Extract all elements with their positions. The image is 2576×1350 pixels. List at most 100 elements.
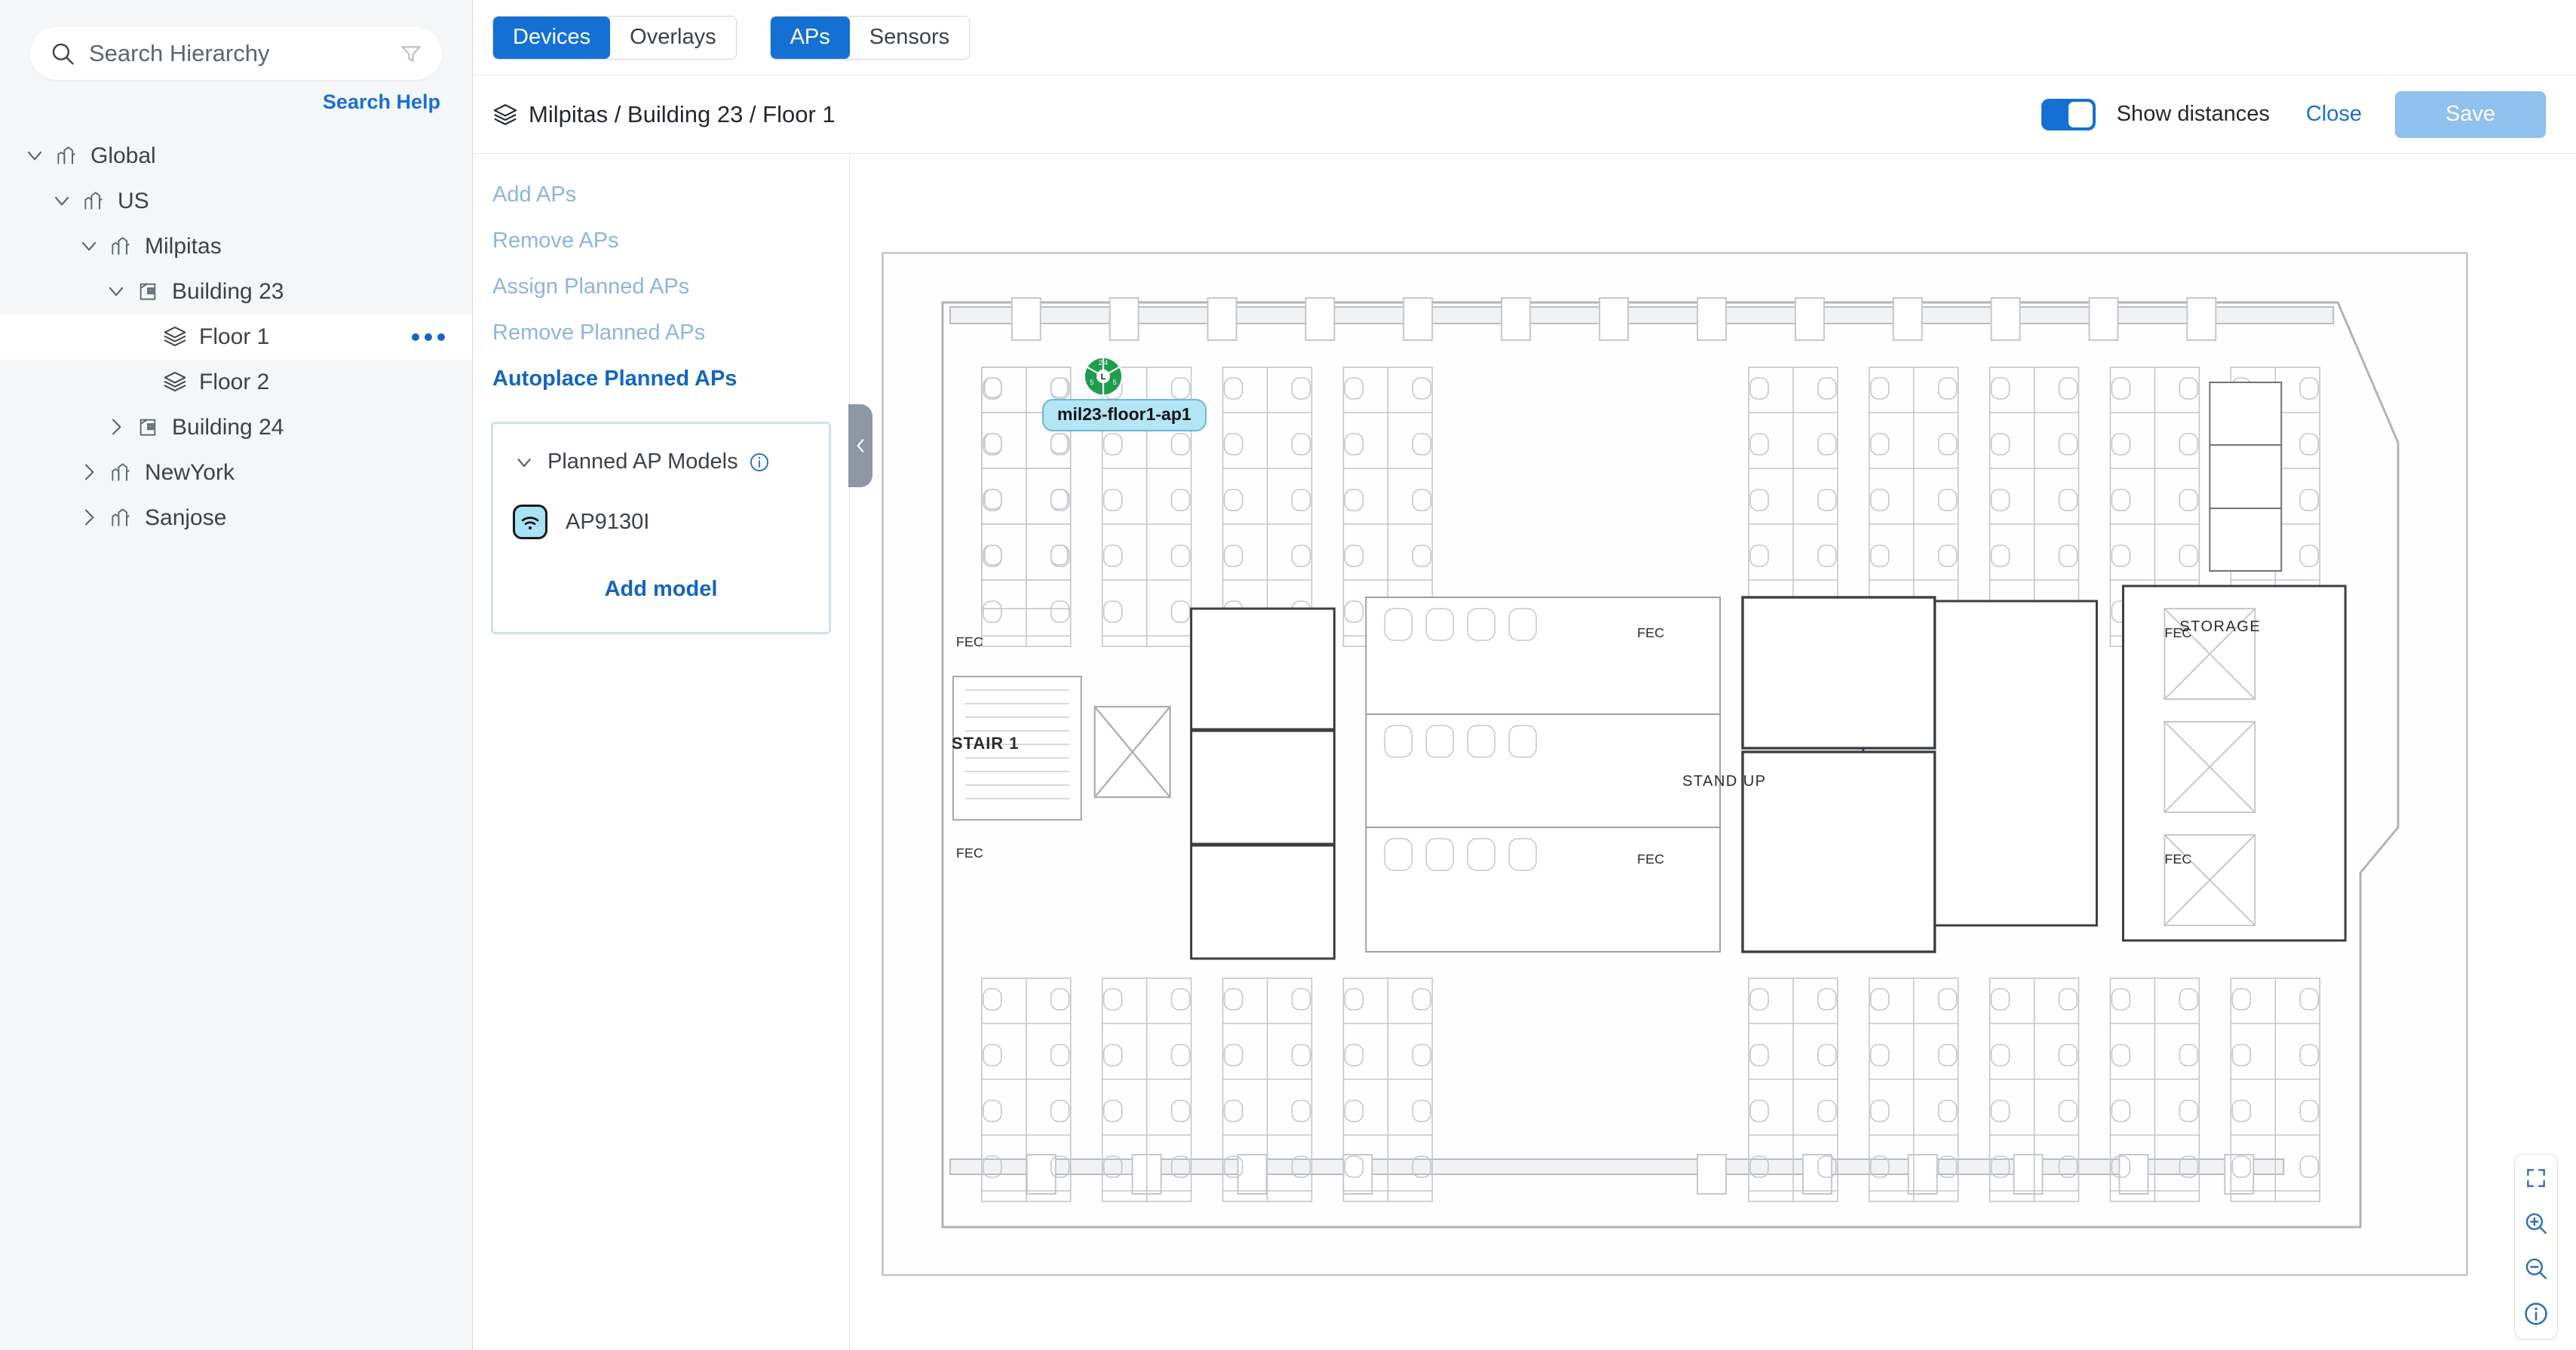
svg-text:FEC: FEC — [956, 845, 983, 861]
chevron-down-icon[interactable] — [104, 279, 130, 305]
app-root: Search Help Global US Milpitas Building 23 F… — [0, 0, 2576, 1350]
svg-text:FEC: FEC — [1637, 851, 1664, 867]
sites-icon — [109, 460, 134, 486]
main-content: Devices Overlays APs Sensors Milpitas / … — [473, 0, 2576, 1350]
search-input[interactable] — [89, 40, 400, 67]
hierarchy-sidebar: Search Help Global US Milpitas Building 23 F… — [0, 0, 473, 1350]
fit-to-screen-icon[interactable] — [2522, 1164, 2550, 1192]
tree-item-label: Floor 2 — [199, 370, 270, 394]
floorplan-canvas[interactable]: STAIR 1 STAND UP STORAGE FEC FEC FEC FEC… — [882, 252, 2468, 1276]
floor-header: Milpitas / Building 23 / Floor 1 Show di… — [473, 75, 2576, 154]
planned-ap-models-card: Planned AP Models AP9130I Add model — [491, 422, 831, 634]
svg-text:STORAGE: STORAGE — [2179, 618, 2261, 635]
zoom-in-icon[interactable] — [2522, 1209, 2550, 1238]
tree-item-more-icon[interactable] — [412, 333, 445, 341]
floor-icon — [163, 324, 189, 350]
planned-ap-models-title: Planned AP Models — [547, 449, 738, 474]
toggle-knob — [2068, 101, 2093, 127]
show-distances-label: Show distances — [2116, 102, 2270, 126]
editor-body: Add APs Remove APs Assign Planned APs Remov… — [473, 154, 2576, 1350]
view-toolbar: Devices Overlays APs Sensors — [473, 0, 2576, 75]
ap-radio-24-label: 2.4 — [1099, 359, 1109, 367]
show-distances-toggle[interactable] — [2041, 98, 2096, 130]
ap-name-label[interactable]: mil23-floor1-ap1 — [1042, 399, 1207, 431]
tree-item-label: US — [118, 189, 149, 213]
ap-action-panel: Add APs Remove APs Assign Planned APs Remov… — [473, 154, 872, 1350]
action-remove-aps[interactable]: Remove APs — [473, 218, 849, 264]
tree-item-building-24[interactable]: Building 24 — [0, 405, 472, 450]
action-remove-planned-aps[interactable]: Remove Planned APs — [473, 310, 849, 356]
chevron-down-icon[interactable] — [50, 189, 75, 214]
tab-overlays[interactable]: Overlays — [610, 16, 736, 59]
search-icon — [50, 41, 75, 66]
tree-item-label: Global — [90, 143, 156, 168]
map-tool-bar — [2514, 1154, 2558, 1339]
planned-ap-radio-pie[interactable]: 2.4 5 5 L — [1083, 356, 1124, 397]
svg-text:FEC: FEC — [956, 634, 983, 649]
tree-item-label: Building 24 — [172, 415, 284, 440]
floor-icon — [492, 102, 518, 127]
tree-item-us[interactable]: US — [0, 179, 472, 224]
hierarchy-tree: Global US Milpitas Building 23 Floor 1 Floor … — [0, 133, 472, 541]
svg-text:STAND UP: STAND UP — [1682, 773, 1767, 790]
tab-aps[interactable]: APs — [770, 16, 850, 59]
add-model-button[interactable]: Add model — [513, 577, 809, 602]
svg-text:STAIR 1: STAIR 1 — [952, 734, 1020, 753]
ap-center-letter: L — [1101, 373, 1106, 382]
tree-item-label: Milpitas — [145, 234, 222, 259]
ap-radio-5b-label: 5 — [1113, 379, 1117, 386]
close-button[interactable]: Close — [2306, 102, 2362, 127]
chevron-down-icon[interactable] — [513, 451, 535, 474]
tree-item-newyork[interactable]: NewYork — [0, 450, 472, 496]
chevron-right-icon[interactable] — [77, 460, 103, 486]
breadcrumb: Milpitas / Building 23 / Floor 1 — [529, 100, 836, 127]
sites-icon — [109, 234, 134, 259]
map-info-icon[interactable] — [2522, 1299, 2550, 1328]
search-hierarchy-box[interactable] — [30, 27, 442, 80]
building-icon — [136, 415, 161, 440]
chevron-down-icon[interactable] — [23, 143, 48, 169]
tree-item-label: Building 23 — [172, 279, 284, 304]
tree-item-floor-2[interactable]: Floor 2 — [0, 360, 472, 405]
chevron-down-icon[interactable] — [77, 234, 103, 259]
chevron-right-icon[interactable] — [104, 415, 130, 440]
floor-icon — [163, 370, 189, 395]
wifi-ap-icon — [513, 505, 547, 539]
search-help-link[interactable]: Search Help — [0, 91, 440, 114]
chevron-right-icon[interactable] — [77, 505, 103, 531]
planned-ap-model-row[interactable]: AP9130I — [513, 505, 809, 539]
filter-icon[interactable] — [400, 42, 422, 65]
tree-item-label: NewYork — [145, 460, 235, 485]
tree-item-label: Sanjose — [145, 505, 227, 530]
chevron-left-icon — [857, 439, 864, 453]
zoom-out-icon[interactable] — [2522, 1254, 2550, 1283]
tab-devices[interactable]: Devices — [493, 16, 611, 59]
info-icon[interactable] — [749, 452, 770, 473]
ap-marker[interactable]: 2.4 5 5 L — [1083, 356, 1124, 397]
collapse-panel-handle[interactable] — [848, 404, 872, 487]
svg-text:FEC: FEC — [1637, 625, 1664, 640]
planned-ap-models-header[interactable]: Planned AP Models — [513, 449, 809, 474]
sites-icon — [81, 189, 107, 214]
svg-text:FEC: FEC — [2164, 625, 2191, 640]
building-icon — [136, 279, 161, 305]
planned-ap-model-name: AP9130I — [566, 509, 650, 534]
save-button[interactable]: Save — [2395, 91, 2546, 138]
action-autoplace-planned-aps[interactable]: Autoplace Planned APs — [473, 356, 849, 402]
device-type-segmented[interactable]: APs Sensors — [769, 15, 971, 60]
sites-icon — [54, 143, 80, 169]
action-add-aps[interactable]: Add APs — [473, 172, 849, 218]
tree-item-label: Floor 1 — [199, 324, 270, 349]
ap-radio-5a-label: 5 — [1090, 379, 1093, 386]
sites-icon — [109, 505, 134, 531]
tree-item-floor-1[interactable]: Floor 1 — [0, 314, 472, 360]
tab-sensors[interactable]: Sensors — [849, 16, 970, 59]
view-mode-segmented[interactable]: Devices Overlays — [492, 15, 737, 60]
floor-map-area[interactable]: STAIR 1 STAND UP STORAGE FEC FEC FEC FEC… — [850, 154, 2576, 1350]
tree-item-sanjose[interactable]: Sanjose — [0, 496, 472, 541]
tree-item-building-23[interactable]: Building 23 — [0, 269, 472, 314]
tree-item-global[interactable]: Global — [0, 133, 472, 179]
action-assign-planned-aps[interactable]: Assign Planned APs — [473, 264, 849, 310]
tree-item-milpitas[interactable]: Milpitas — [0, 224, 472, 269]
svg-text:FEC: FEC — [2164, 851, 2191, 867]
